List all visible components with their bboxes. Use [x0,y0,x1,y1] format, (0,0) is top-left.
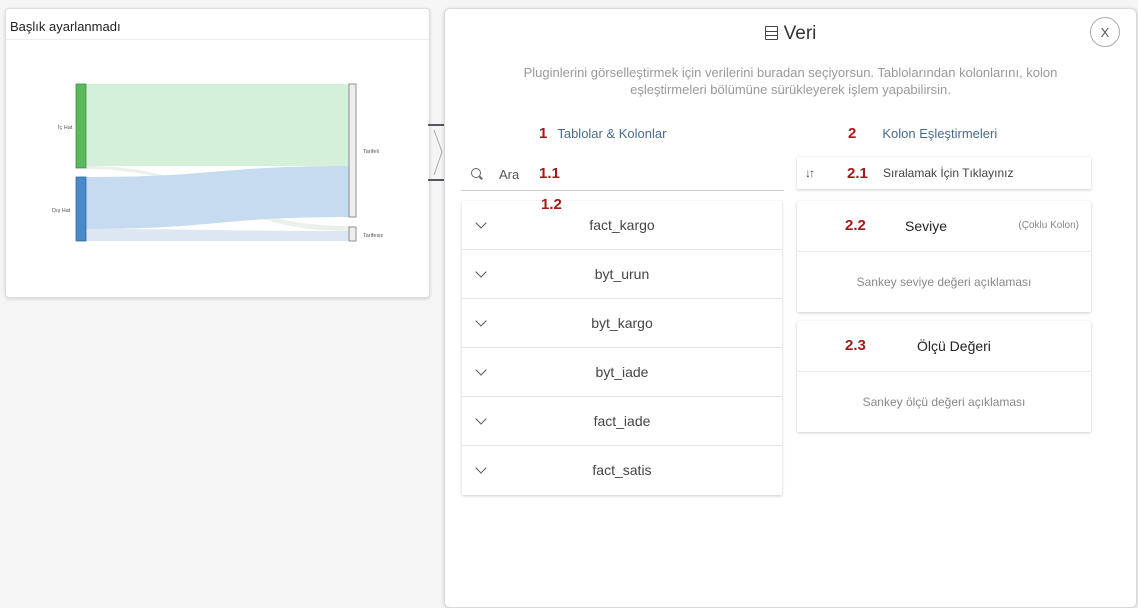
node-dis-hat [75,176,87,242]
tables-section-label: Tablolar & Kolonlar [557,126,667,141]
panel-description: Pluginlerini görselleştirmek için verile… [455,64,1126,98]
node-tarifesiz [348,226,357,242]
chart-card: Başlık ayarlanmadı İç Hat Dış Hat Tarife… [5,8,430,298]
sort-number: 2.1 [847,165,868,182]
measure-description: Sankey ölçü değeri açıklaması [862,395,1026,409]
table-name: fact_satis [592,462,652,478]
level-card-header: 2.2 Seviye (Çoklu Kolon) [797,201,1091,252]
table-name: byt_kargo [591,315,653,331]
panel-title: Veri [783,23,817,44]
flow-dis-hat-tarifesiz [86,229,350,241]
mappings-section-label: Kolon Eşleştirmeleri [882,126,998,141]
level-title: Seviye [905,218,948,234]
chart-title-divider [6,39,429,40]
table-row[interactable]: fact_iade [462,397,782,446]
search-number: 1.1 [539,165,560,182]
flow-ic-hat-tarifeli [86,84,350,166]
mappings-section-header: 2 Kolon Eşleştirmeleri [848,125,997,142]
measure-card-header: 2.3 Ölçü Değeri [797,321,1091,372]
table-name: fact_kargo [589,217,655,233]
sort-icon: ↓↑ [805,166,815,180]
level-description: Sankey seviye değeri açıklaması [856,275,1032,289]
label-tarifesiz: Tarifesiz [363,233,383,239]
tables-section-header: 1 Tablolar & Kolonlar [539,125,666,142]
chart-title: Başlık ayarlanmadı [10,19,121,34]
label-ic-hat: İç Hat [58,124,73,131]
label-dis-hat: Dış Hat [52,208,71,214]
table-list-number: 1.2 [541,196,562,213]
table-name: fact_iade [593,413,651,429]
measure-title: Ölçü Değeri [917,338,991,354]
node-tarifeli [348,83,357,218]
label-tarifeli: Tarifeli [363,149,379,155]
search-input[interactable]: Ara [499,167,519,182]
table-name: byt_iade [595,364,649,380]
table-row[interactable]: fact_kargo [462,201,782,250]
level-hint: (Çoklu Kolon) [1018,220,1079,231]
level-number: 2.2 [845,217,866,234]
node-ic-hat [75,83,87,169]
sankey-chart: İç Hat Dış Hat Tarifeli Tarifesiz [52,83,383,242]
sort-button[interactable]: ↓↑ 2.1 Sıralamak İçin Tıklayınız [797,157,1091,189]
table-row[interactable]: fact_satis [462,446,782,495]
table-name: byt_urun [594,266,650,282]
search-icon [471,168,481,178]
table-row[interactable]: byt_iade [462,348,782,397]
table-search[interactable]: Ara 1.1 [461,161,784,191]
mappings-section-number: 2 [848,125,857,142]
table-list: fact_kargo byt_urun byt_kargo byt_iade f… [462,201,782,495]
data-panel: X Veri Pluginlerini görselleştirmek için… [444,8,1137,608]
measure-number: 2.3 [845,337,866,354]
flow-dis-hat-tarifeli [86,166,350,229]
panel-description-line1: Pluginlerini görselleştirmek için verile… [523,65,1058,80]
measure-drop-zone[interactable]: 2.3 Ölçü Değeri Sankey ölçü değeri açıkl… [797,321,1091,432]
sort-label: Sıralamak İçin Tıklayınız [883,166,1014,180]
tables-section-number: 1 [539,125,548,142]
table-row[interactable]: byt_urun [462,250,782,299]
panel-header: Veri [445,23,1136,45]
table-icon [764,26,778,40]
panel-description-line2: eşleştirmeleri bölümüne sürükleyerek işl… [630,82,951,97]
table-row[interactable]: byt_kargo [462,299,782,348]
level-drop-zone[interactable]: 2.2 Seviye (Çoklu Kolon) Sankey seviye d… [797,201,1091,312]
